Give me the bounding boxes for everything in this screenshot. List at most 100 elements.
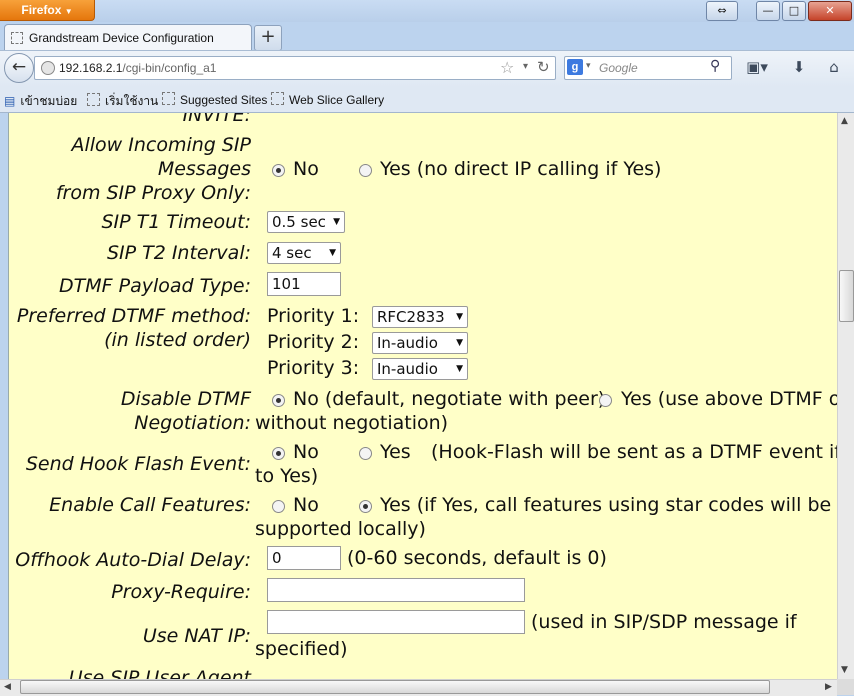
bookmark-web-slice-gallery[interactable]: Web Slice Gallery <box>271 92 384 107</box>
plus-icon: + <box>260 26 276 47</box>
google-engine-icon[interactable]: g <box>567 59 583 75</box>
priority-1-value: RFC2833 <box>377 308 445 326</box>
hook-flash-yes-label: Yes <box>380 441 411 463</box>
priority-3-value: In-audio <box>377 360 438 378</box>
proxy-require-input[interactable] <box>267 578 525 602</box>
restore-size-button[interactable]: ⇔ <box>706 1 738 21</box>
chevron-down-icon: ▼ <box>329 248 336 258</box>
url-path: /cgi-bin/config_a1 <box>122 61 217 75</box>
priority-3-label: Priority 3: <box>267 357 360 379</box>
priority-3-select[interactable]: In-audio ▼ <box>372 358 468 380</box>
priority-2-label: Priority 2: <box>267 331 360 353</box>
disable-dtmf-no-radio[interactable] <box>272 394 285 407</box>
sip-t1-label: SIP T1 Timeout: <box>101 211 252 233</box>
firefox-menu-button[interactable]: Firefox ▼ <box>0 0 95 21</box>
firefox-menu-label: Firefox <box>21 3 62 17</box>
scrollbar-corner <box>837 679 854 695</box>
dtmf-payload-label: DTMF Payload Type: <box>59 275 251 297</box>
call-features-no-label: No <box>293 494 319 516</box>
call-features-label: Enable Call Features: <box>49 494 251 516</box>
search-placeholder: Google <box>599 61 638 75</box>
bookmark-star-icon[interactable]: ☆ <box>500 58 514 77</box>
close-icon: ✕ <box>825 4 835 17</box>
allow-incoming-yes-radio[interactable] <box>359 164 372 177</box>
page-favicon-icon <box>11 32 23 44</box>
disable-dtmf-wrap-text: without negotiation) <box>255 412 449 434</box>
hook-flash-no-radio[interactable] <box>272 447 285 460</box>
nat-ip-input[interactable] <box>267 610 525 634</box>
bookmarks-menu-icon[interactable]: ▣▾ <box>742 57 772 77</box>
tab-title: Grandstream Device Configuration <box>29 31 214 45</box>
offhook-delay-input[interactable]: 0 <box>267 546 341 570</box>
priority-1-label: Priority 1: <box>267 305 360 327</box>
hook-flash-yes-radio[interactable] <box>359 447 372 460</box>
sip-t1-value: 0.5 sec <box>272 213 326 231</box>
use-sip-user-agent-label: Use SIP User Agent <box>68 667 251 679</box>
dtmf-payload-input[interactable]: 101 <box>267 272 341 296</box>
minimize-icon: — <box>762 4 774 17</box>
bookmark-page-icon <box>271 92 284 105</box>
bookmark-page-icon <box>162 92 175 105</box>
reload-icon[interactable]: ↻ <box>537 58 550 76</box>
disable-dtmf-yes-radio[interactable] <box>599 394 612 407</box>
restore-icon: ⇔ <box>717 4 727 17</box>
chevron-down-icon: ▼ <box>456 312 463 322</box>
nat-ip-wrap-text: specified) <box>255 638 348 660</box>
firefox-menu-arrow-icon: ▼ <box>64 7 73 16</box>
search-box[interactable]: g ▾ Google ⚲ <box>564 56 732 80</box>
chevron-down-icon: ▼ <box>456 338 463 348</box>
search-magnifier-icon[interactable]: ⚲ <box>710 58 720 74</box>
new-tab-button[interactable]: + <box>254 25 282 51</box>
close-window-button[interactable]: ✕ <box>808 1 852 21</box>
nat-ip-note: (used in SIP/SDP message if <box>531 611 797 633</box>
maximize-button[interactable]: □ <box>782 1 806 21</box>
allow-incoming-no-radio[interactable] <box>272 164 285 177</box>
preferred-dtmf-label-line2: (in listed order) <box>104 329 251 351</box>
proxy-require-label: Proxy-Require: <box>111 581 251 603</box>
disable-dtmf-no-label: No (default, negotiate with peer) <box>293 388 606 410</box>
scroll-right-arrow-icon[interactable]: ▶ <box>825 682 832 692</box>
url-bar[interactable]: 192.168.2.1/cgi-bin/config_a1 ☆ ▾ ↻ <box>34 56 556 80</box>
call-features-yes-radio[interactable] <box>359 500 372 513</box>
sip-t2-value: 4 sec <box>272 244 312 262</box>
vertical-scroll-thumb[interactable] <box>839 270 854 322</box>
home-icon[interactable]: ⌂ <box>823 57 845 77</box>
engine-dropdown-icon[interactable]: ▾ <box>586 61 591 71</box>
back-button[interactable]: ← <box>4 53 34 83</box>
bookmark-label: เริ่มใช้งาน <box>105 94 159 108</box>
priority-2-value: In-audio <box>377 334 438 352</box>
allow-incoming-label-line3: from SIP Proxy Only: <box>55 182 251 204</box>
bookmark-getting-started[interactable]: เริ่มใช้งาน <box>87 92 158 111</box>
sip-t1-select[interactable]: 0.5 sec ▼ <box>267 211 345 233</box>
preferred-dtmf-label-line1: Preferred DTMF method: <box>16 305 251 327</box>
maximize-icon: □ <box>788 4 800 17</box>
call-features-no-radio[interactable] <box>272 500 285 513</box>
bookmark-suggested-sites[interactable]: Suggested Sites <box>162 92 267 107</box>
vertical-scrollbar[interactable] <box>837 113 854 679</box>
disable-dtmf-label-line1: Disable DTMF <box>120 388 251 410</box>
sip-t2-select[interactable]: 4 sec ▼ <box>267 242 341 264</box>
call-features-yes-label: Yes (if Yes, call features using star co… <box>380 494 832 516</box>
bookmark-page-icon <box>87 93 100 106</box>
bookmark-most-visited[interactable]: ▤ เข้าชมบ่อย <box>4 92 77 111</box>
horizontal-scroll-thumb[interactable] <box>20 680 770 694</box>
scroll-left-arrow-icon[interactable]: ◀ <box>4 682 11 692</box>
bookmark-label: Web Slice Gallery <box>289 93 385 107</box>
scroll-up-arrow-icon[interactable]: ▲ <box>841 116 848 126</box>
hook-flash-note: (Hook-Flash will be sent as a DTMF event… <box>431 441 838 463</box>
downloads-icon[interactable]: ⬇ <box>788 57 810 77</box>
offhook-delay-note: (0-60 seconds, default is 0) <box>347 547 607 569</box>
offhook-delay-label: Offhook Auto-Dial Delay: <box>15 549 251 571</box>
allow-incoming-label-line2: Messages <box>157 158 251 180</box>
chevron-down-icon: ▼ <box>456 364 463 374</box>
back-arrow-icon: ← <box>11 57 27 77</box>
url-history-dropdown-icon[interactable]: ▾ <box>523 61 528 72</box>
allow-incoming-no-label: No <box>293 158 319 180</box>
bookmark-label: Suggested Sites <box>180 93 268 107</box>
priority-1-select[interactable]: RFC2833 ▼ <box>372 306 468 328</box>
scroll-down-arrow-icon[interactable]: ▼ <box>841 665 848 675</box>
minimize-button[interactable]: — <box>756 1 780 21</box>
priority-2-select[interactable]: In-audio ▼ <box>372 332 468 354</box>
tab-grandstream[interactable]: Grandstream Device Configuration <box>4 24 252 51</box>
url-text[interactable]: 192.168.2.1/cgi-bin/config_a1 <box>59 61 216 75</box>
